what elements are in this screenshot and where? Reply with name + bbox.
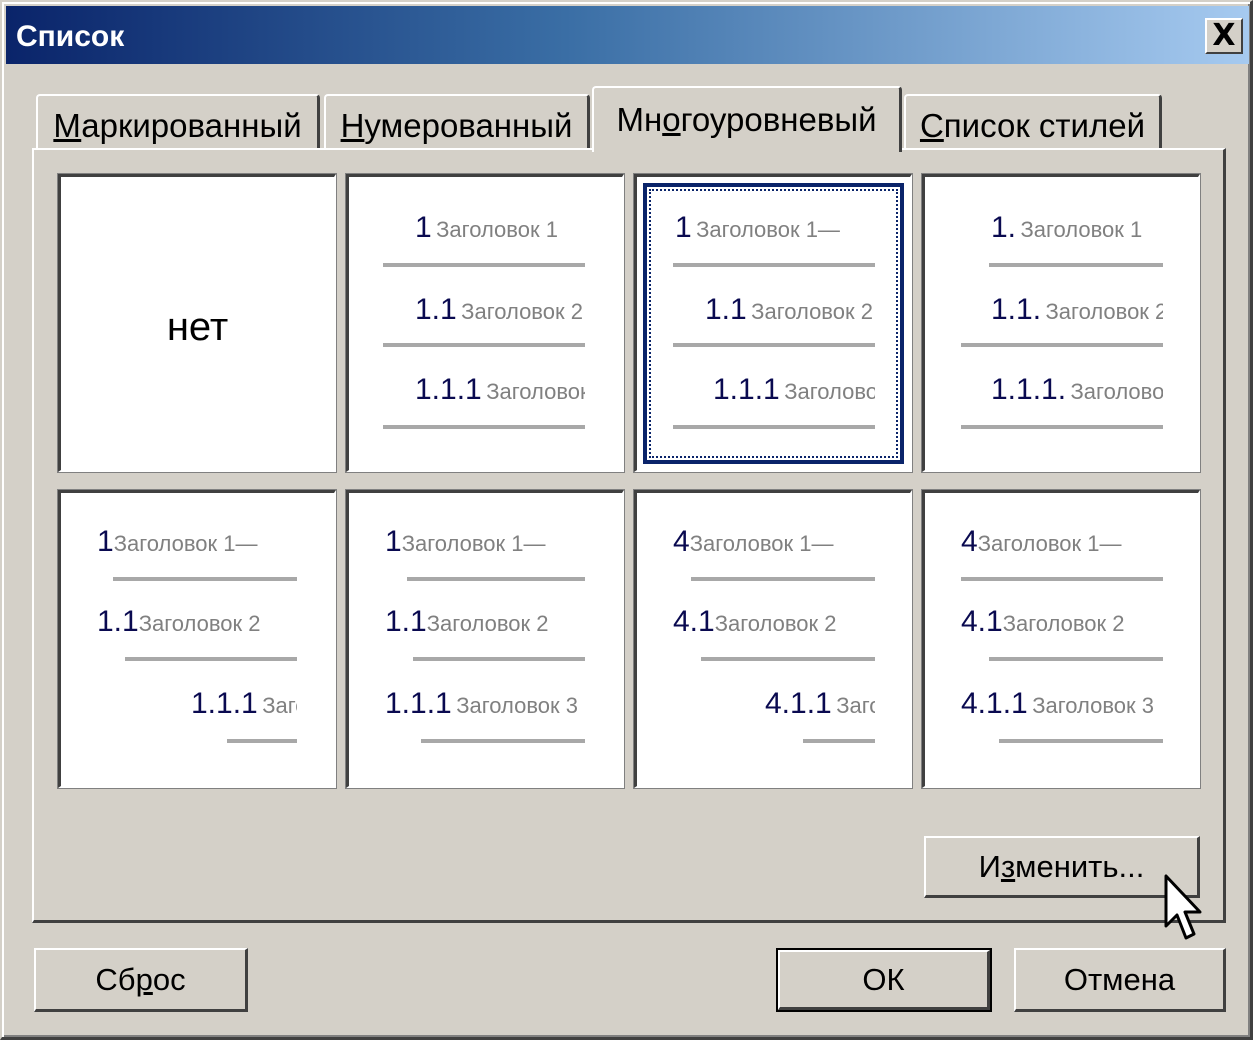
level-3-line bbox=[673, 425, 875, 429]
level-2-line bbox=[413, 657, 585, 661]
list-style-option[interactable]: 1Заголовок 1— 1.1Заголовок 2 1.1.1 Загол… bbox=[345, 489, 625, 789]
level-3-line bbox=[421, 739, 585, 743]
level-2-label: 1.1. Заголовок 2 bbox=[991, 293, 1163, 326]
level-1-line bbox=[407, 577, 585, 581]
none-label: нет bbox=[166, 305, 229, 349]
tab-label: Нумерованный bbox=[340, 107, 573, 144]
tab-label: Многоуровневый bbox=[616, 101, 877, 138]
list-dialog: Список X Маркированный Нумерованный Мног… bbox=[0, 0, 1253, 1040]
level-2-line bbox=[989, 657, 1163, 661]
level-2-label: 1.1Заголовок 2 bbox=[97, 605, 261, 638]
list-style-option[interactable]: 4Заголовок 1— 4.1Заголовок 2 4.1.1 Загол… bbox=[633, 489, 913, 789]
close-button[interactable]: X bbox=[1205, 18, 1243, 54]
tab-label: Список стилей bbox=[919, 107, 1146, 144]
level-2-line bbox=[961, 343, 1163, 347]
list-style-none[interactable]: нет bbox=[57, 173, 337, 473]
level-2-label: 1.1Заголовок 2 bbox=[385, 605, 549, 638]
level-3-line bbox=[227, 739, 297, 743]
ok-button[interactable]: ОК bbox=[776, 948, 992, 1012]
reset-button[interactable]: Сброс bbox=[34, 948, 248, 1012]
level-1-label: 4Заголовок 1— bbox=[961, 525, 1122, 558]
level-3-line bbox=[999, 739, 1163, 743]
level-1-label: 1Заголовок 1— bbox=[97, 525, 258, 558]
level-2-line bbox=[383, 343, 585, 347]
level-3-label: 1.1.1 Заголовок 3 bbox=[415, 373, 585, 406]
tab-bulleted[interactable]: Маркированный bbox=[36, 94, 320, 156]
level-1-line bbox=[383, 263, 585, 267]
level-3-label: 4.1.1 Заголовок 3 bbox=[961, 687, 1154, 720]
cancel-button-label: Отмена bbox=[1063, 961, 1176, 997]
mouse-cursor-icon bbox=[1164, 874, 1202, 940]
level-1-line bbox=[961, 577, 1163, 581]
tab-numbered[interactable]: Нумерованный bbox=[324, 94, 590, 156]
level-1-line bbox=[989, 263, 1163, 267]
level-2-line bbox=[701, 657, 875, 661]
level-2-label: 4.1Заголовок 2 bbox=[673, 605, 837, 638]
cancel-button[interactable]: Отмена bbox=[1014, 948, 1226, 1012]
level-2-label: 1.1 Заголовок 2 bbox=[705, 293, 873, 326]
list-style-option[interactable]: 1Заголовок 1— 1.1Заголовок 2 1.1.1 Загол… bbox=[57, 489, 337, 789]
level-3-line bbox=[803, 739, 875, 743]
level-2-label: 1.1 Заголовок 2 bbox=[415, 293, 583, 326]
level-1-label: 1Заголовок 1— bbox=[385, 525, 546, 558]
title-bar[interactable]: Список X bbox=[6, 6, 1249, 64]
level-3-line bbox=[961, 425, 1163, 429]
tab-list-styles[interactable]: Список стилей bbox=[904, 94, 1162, 156]
list-style-option-selected[interactable]: 1 Заголовок 1— 1.1 Заголовок 2 1.1.1 Заг… bbox=[633, 173, 913, 473]
level-1-line bbox=[113, 577, 297, 581]
level-1-label: 4Заголовок 1— bbox=[673, 525, 834, 558]
level-3-line bbox=[383, 425, 585, 429]
ok-button-label: ОК bbox=[862, 961, 905, 997]
modify-button[interactable]: Изменить... bbox=[924, 836, 1200, 898]
level-1-line bbox=[673, 263, 875, 267]
dialog-title: Список bbox=[16, 20, 125, 53]
level-3-label: 4.1.1 Заголовок 3 bbox=[765, 687, 875, 720]
level-2-line bbox=[673, 343, 875, 347]
level-1-line bbox=[691, 577, 875, 581]
level-1-label: 1. Заголовок 1 bbox=[991, 211, 1143, 244]
level-3-label: 1.1.1 Заголовок 3 bbox=[191, 687, 297, 720]
tab-multilevel[interactable]: Многоуровневый bbox=[592, 86, 902, 152]
list-style-option[interactable]: 4Заголовок 1— 4.1Заголовок 2 4.1.1 Загол… bbox=[921, 489, 1201, 789]
reset-button-label: Сброс bbox=[95, 961, 186, 997]
modify-button-label: Изменить... bbox=[978, 848, 1145, 884]
list-style-option[interactable]: 1. Заголовок 1 1.1. Заголовок 2 1.1.1. З… bbox=[921, 173, 1201, 473]
level-1-label: 1 Заголовок 1 bbox=[415, 211, 558, 244]
level-3-label: 1.1.1 Заголовок 3 bbox=[713, 373, 875, 406]
close-icon: X bbox=[1212, 18, 1236, 53]
level-2-label: 4.1Заголовок 2 bbox=[961, 605, 1125, 638]
level-3-label: 1.1.1. Заголовок 3 bbox=[991, 373, 1163, 406]
level-3-label: 1.1.1 Заголовок 3 bbox=[385, 687, 578, 720]
level-2-line bbox=[125, 657, 297, 661]
list-style-option[interactable]: 1 Заголовок 1 1.1 Заголовок 2 1.1.1 Заго… bbox=[345, 173, 625, 473]
tab-label: Маркированный bbox=[53, 107, 302, 144]
level-1-label: 1 Заголовок 1— bbox=[675, 211, 840, 244]
